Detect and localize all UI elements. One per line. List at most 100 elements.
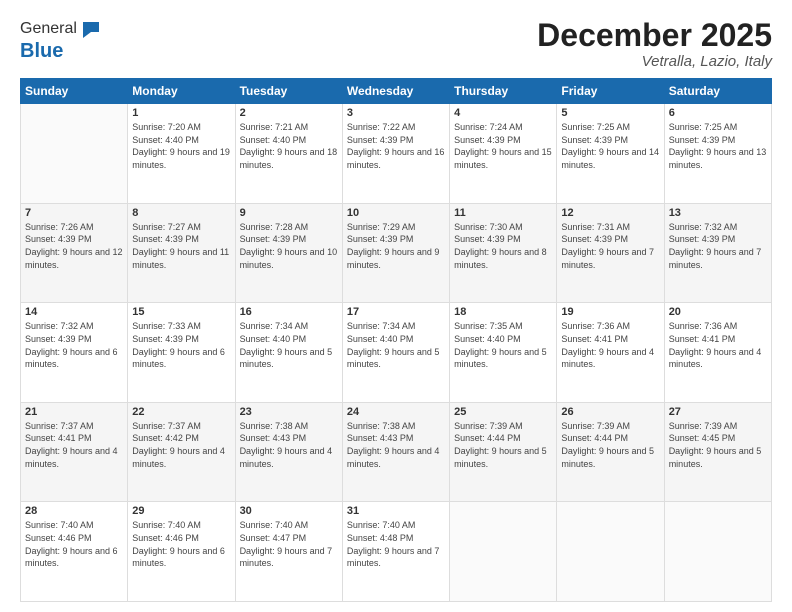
day-info: Sunrise: 7:39 AMSunset: 4:44 PMDaylight:… [561, 420, 659, 470]
day-info: Sunrise: 7:39 AMSunset: 4:44 PMDaylight:… [454, 420, 552, 470]
day-info: Sunrise: 7:25 AMSunset: 4:39 PMDaylight:… [669, 121, 767, 171]
page: General Blue December 2025 Vetralla, Laz… [0, 0, 792, 612]
day-info: Sunrise: 7:24 AMSunset: 4:39 PMDaylight:… [454, 121, 552, 171]
day-info: Sunrise: 7:26 AMSunset: 4:39 PMDaylight:… [25, 221, 123, 271]
table-row [21, 104, 128, 204]
day-info: Sunrise: 7:28 AMSunset: 4:39 PMDaylight:… [240, 221, 338, 271]
day-info: Sunrise: 7:20 AMSunset: 4:40 PMDaylight:… [132, 121, 230, 171]
header-friday: Friday [557, 79, 664, 104]
day-number: 29 [132, 505, 230, 517]
day-number: 27 [669, 406, 767, 418]
table-row [664, 502, 771, 602]
day-number: 6 [669, 107, 767, 119]
day-number: 3 [347, 107, 445, 119]
day-number: 13 [669, 207, 767, 219]
day-info: Sunrise: 7:40 AMSunset: 4:46 PMDaylight:… [132, 519, 230, 569]
table-row: 26Sunrise: 7:39 AMSunset: 4:44 PMDayligh… [557, 402, 664, 502]
month-title: December 2025 [537, 18, 772, 53]
day-info: Sunrise: 7:36 AMSunset: 4:41 PMDaylight:… [669, 320, 767, 370]
day-info: Sunrise: 7:40 AMSunset: 4:48 PMDaylight:… [347, 519, 445, 569]
table-row: 6 Sunrise: 7:25 AMSunset: 4:39 PMDaylight… [664, 104, 771, 204]
table-row: 18Sunrise: 7:35 AMSunset: 4:40 PMDayligh… [450, 303, 557, 403]
table-row: 28 Sunrise: 7:40 AMSunset: 4:46 PMDayligh… [21, 502, 128, 602]
header-sunday: Sunday [21, 79, 128, 104]
table-row: 8 Sunrise: 7:27 AMSunset: 4:39 PMDaylight… [128, 203, 235, 303]
logo: General Blue [20, 18, 101, 63]
day-number: 12 [561, 207, 659, 219]
day-number: 24 [347, 406, 445, 418]
header-wednesday: Wednesday [342, 79, 449, 104]
table-row: 1 Sunrise: 7:20 AMSunset: 4:40 PMDaylight… [128, 104, 235, 204]
calendar-week-row: 14Sunrise: 7:32 AMSunset: 4:39 PMDayligh… [21, 303, 772, 403]
day-info: Sunrise: 7:32 AMSunset: 4:39 PMDaylight:… [669, 221, 767, 271]
table-row: 16 Sunrise: 7:34 AMSunset: 4:40 PMDayligh… [235, 303, 342, 403]
day-info: Sunrise: 7:40 AMSunset: 4:47 PMDaylight:… [240, 519, 338, 569]
table-row: 14Sunrise: 7:32 AMSunset: 4:39 PMDayligh… [21, 303, 128, 403]
table-row: 23 Sunrise: 7:38 AMSunset: 4:43 PMDayligh… [235, 402, 342, 502]
day-number: 19 [561, 306, 659, 318]
day-info: Sunrise: 7:22 AMSunset: 4:39 PMDaylight:… [347, 121, 445, 171]
table-row: 24 Sunrise: 7:38 AMSunset: 4:43 PMDayligh… [342, 402, 449, 502]
table-row [450, 502, 557, 602]
day-number: 28 [25, 505, 123, 517]
table-row: 7 Sunrise: 7:26 AMSunset: 4:39 PMDaylight… [21, 203, 128, 303]
table-row: 17 Sunrise: 7:34 AMSunset: 4:40 PMDayligh… [342, 303, 449, 403]
calendar-week-row: 7 Sunrise: 7:26 AMSunset: 4:39 PMDaylight… [21, 203, 772, 303]
day-number: 31 [347, 505, 445, 517]
header-saturday: Saturday [664, 79, 771, 104]
day-number: 17 [347, 306, 445, 318]
day-info: Sunrise: 7:34 AMSunset: 4:40 PMDaylight:… [240, 320, 338, 370]
table-row: 11 Sunrise: 7:30 AMSunset: 4:39 PMDayligh… [450, 203, 557, 303]
day-info: Sunrise: 7:37 AMSunset: 4:41 PMDaylight:… [25, 420, 123, 470]
table-row: 9 Sunrise: 7:28 AMSunset: 4:39 PMDaylight… [235, 203, 342, 303]
weekday-header-row: Sunday Monday Tuesday Wednesday Thursday… [21, 79, 772, 104]
day-number: 1 [132, 107, 230, 119]
day-info: Sunrise: 7:39 AMSunset: 4:45 PMDaylight:… [669, 420, 767, 470]
day-info: Sunrise: 7:40 AMSunset: 4:46 PMDaylight:… [25, 519, 123, 569]
day-info: Sunrise: 7:34 AMSunset: 4:40 PMDaylight:… [347, 320, 445, 370]
day-number: 21 [25, 406, 123, 418]
table-row: 22 Sunrise: 7:37 AMSunset: 4:42 PMDayligh… [128, 402, 235, 502]
day-number: 14 [25, 306, 123, 318]
day-info: Sunrise: 7:25 AMSunset: 4:39 PMDaylight:… [561, 121, 659, 171]
title-block: December 2025 Vetralla, Lazio, Italy [537, 18, 772, 70]
day-number: 22 [132, 406, 230, 418]
day-info: Sunrise: 7:35 AMSunset: 4:40 PMDaylight:… [454, 320, 552, 370]
table-row: 31 Sunrise: 7:40 AMSunset: 4:48 PMDayligh… [342, 502, 449, 602]
table-row: 3 Sunrise: 7:22 AMSunset: 4:39 PMDaylight… [342, 104, 449, 204]
location: Vetralla, Lazio, Italy [537, 53, 772, 70]
calendar-table: Sunday Monday Tuesday Wednesday Thursday… [20, 78, 772, 602]
table-row [557, 502, 664, 602]
logo-general: General [20, 20, 77, 38]
table-row: 21 Sunrise: 7:37 AMSunset: 4:41 PMDayligh… [21, 402, 128, 502]
table-row: 27 Sunrise: 7:39 AMSunset: 4:45 PMDayligh… [664, 402, 771, 502]
day-number: 23 [240, 406, 338, 418]
day-info: Sunrise: 7:21 AMSunset: 4:40 PMDaylight:… [240, 121, 338, 171]
table-row: 12Sunrise: 7:31 AMSunset: 4:39 PMDayligh… [557, 203, 664, 303]
day-number: 5 [561, 107, 659, 119]
day-number: 8 [132, 207, 230, 219]
day-number: 11 [454, 207, 552, 219]
day-number: 16 [240, 306, 338, 318]
table-row: 10Sunrise: 7:29 AMSunset: 4:39 PMDayligh… [342, 203, 449, 303]
day-info: Sunrise: 7:38 AMSunset: 4:43 PMDaylight:… [347, 420, 445, 470]
day-info: Sunrise: 7:27 AMSunset: 4:39 PMDaylight:… [132, 221, 230, 271]
day-number: 7 [25, 207, 123, 219]
day-number: 4 [454, 107, 552, 119]
day-info: Sunrise: 7:37 AMSunset: 4:42 PMDaylight:… [132, 420, 230, 470]
day-number: 9 [240, 207, 338, 219]
calendar-week-row: 21 Sunrise: 7:37 AMSunset: 4:41 PMDayligh… [21, 402, 772, 502]
table-row: 5 Sunrise: 7:25 AMSunset: 4:39 PMDaylight… [557, 104, 664, 204]
calendar-week-row: 28 Sunrise: 7:40 AMSunset: 4:46 PMDayligh… [21, 502, 772, 602]
day-number: 2 [240, 107, 338, 119]
day-info: Sunrise: 7:38 AMSunset: 4:43 PMDaylight:… [240, 420, 338, 470]
table-row: 25 Sunrise: 7:39 AMSunset: 4:44 PMDayligh… [450, 402, 557, 502]
day-info: Sunrise: 7:30 AMSunset: 4:39 PMDaylight:… [454, 221, 552, 271]
table-row: 30Sunrise: 7:40 AMSunset: 4:47 PMDayligh… [235, 502, 342, 602]
header-tuesday: Tuesday [235, 79, 342, 104]
day-number: 25 [454, 406, 552, 418]
header-monday: Monday [128, 79, 235, 104]
table-row: 13 Sunrise: 7:32 AMSunset: 4:39 PMDayligh… [664, 203, 771, 303]
header-thursday: Thursday [450, 79, 557, 104]
day-info: Sunrise: 7:36 AMSunset: 4:41 PMDaylight:… [561, 320, 659, 370]
